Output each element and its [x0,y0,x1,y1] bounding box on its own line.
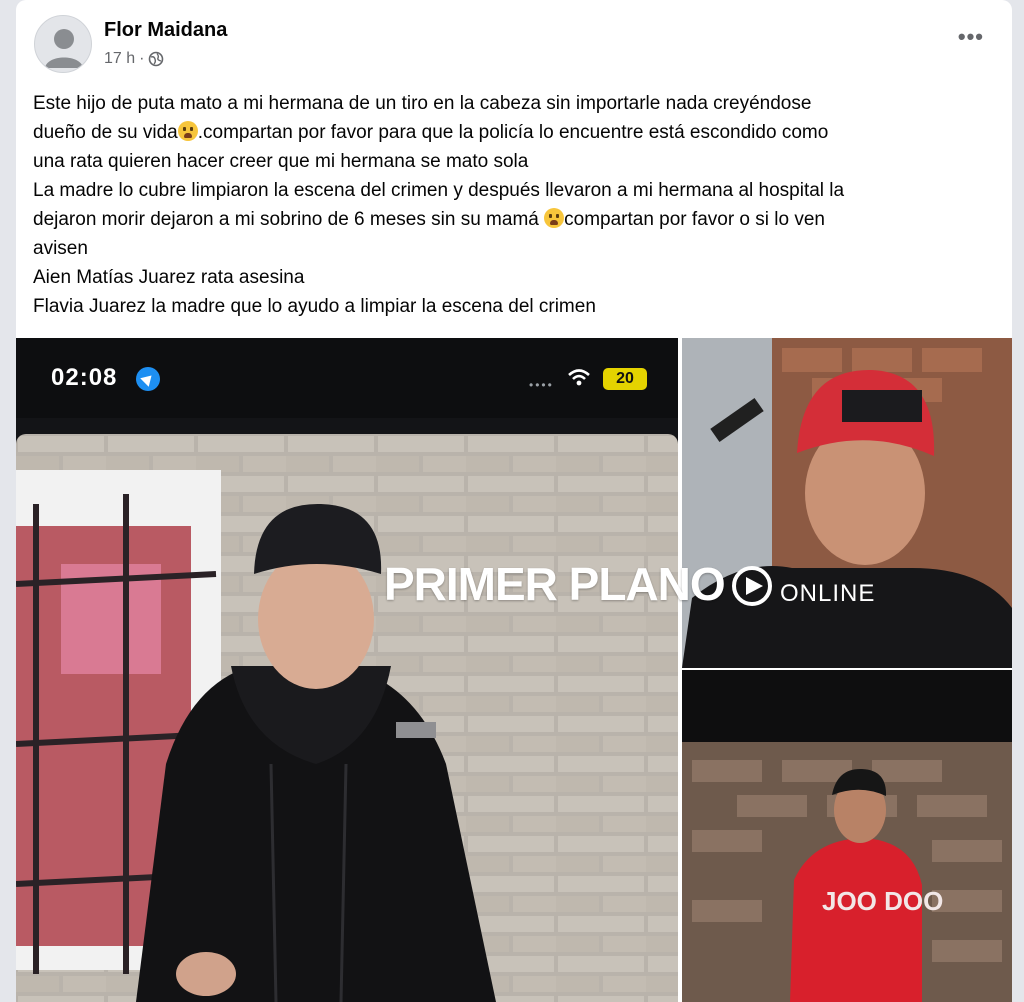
person-red-cap-photo [682,338,1012,668]
avatar[interactable] [34,15,92,73]
post-line: dejaron morir dejaron a mi sobrino de 6 … [33,208,825,230]
wifi-icon [568,369,590,386]
location-arrow-icon [136,367,160,391]
watermark-brand: PRIMER PLANO [384,558,726,610]
photo-scene [16,434,678,1002]
post-line: Este hijo de puta mato a mi hermana de u… [33,93,812,114]
post-photo-main[interactable]: 02:08 •••• 20 [16,338,678,1002]
author-name[interactable]: Flor Maidana [104,19,227,42]
post-photo-side-bottom[interactable]: JOO DOO [682,670,1012,1002]
more-options-button[interactable]: ••• [958,24,984,50]
post-line: avisen [33,238,88,259]
default-avatar-icon [45,29,83,68]
post-card: Flor Maidana 17 h · ••• Este hijo de put… [16,0,1012,1002]
post-time[interactable]: 17 h [104,50,135,68]
watermark-sub: ONLINE [780,580,876,607]
battery-indicator: 20 [603,368,647,390]
post-text: Este hijo de puta mato a mi hermana de u… [33,89,993,321]
phone-time: 02:08 [51,364,118,391]
crying-face-emoji [177,121,198,141]
person-red-hoodie-photo: JOO DOO [682,670,1012,1002]
post-meta: 17 h · [104,50,164,68]
post-line: Aien Matías Juarez rata asesina [33,267,305,288]
person-in-black-jacket-photo [16,434,678,1002]
post-line: Flavia Juarez la madre que lo ayudo a li… [33,296,596,317]
post-line: dueño de su vida .compartan por favor par… [33,121,829,143]
meta-separator: · [139,50,145,67]
phone-status-bar: 02:08 •••• 20 [16,338,678,418]
post-line: La madre lo cubre limpiaron la escena de… [33,180,845,201]
globe-icon [149,51,164,67]
post-line: una rata quieren hacer creer que mi herm… [33,151,529,172]
post-photo-side-top[interactable] [682,338,1012,668]
play-arrow-icon [732,566,772,606]
crying-face-emoji [544,208,565,228]
signal-dots-icon: •••• [529,378,554,392]
svg-text:JOO DOO: JOO DOO [822,886,943,916]
